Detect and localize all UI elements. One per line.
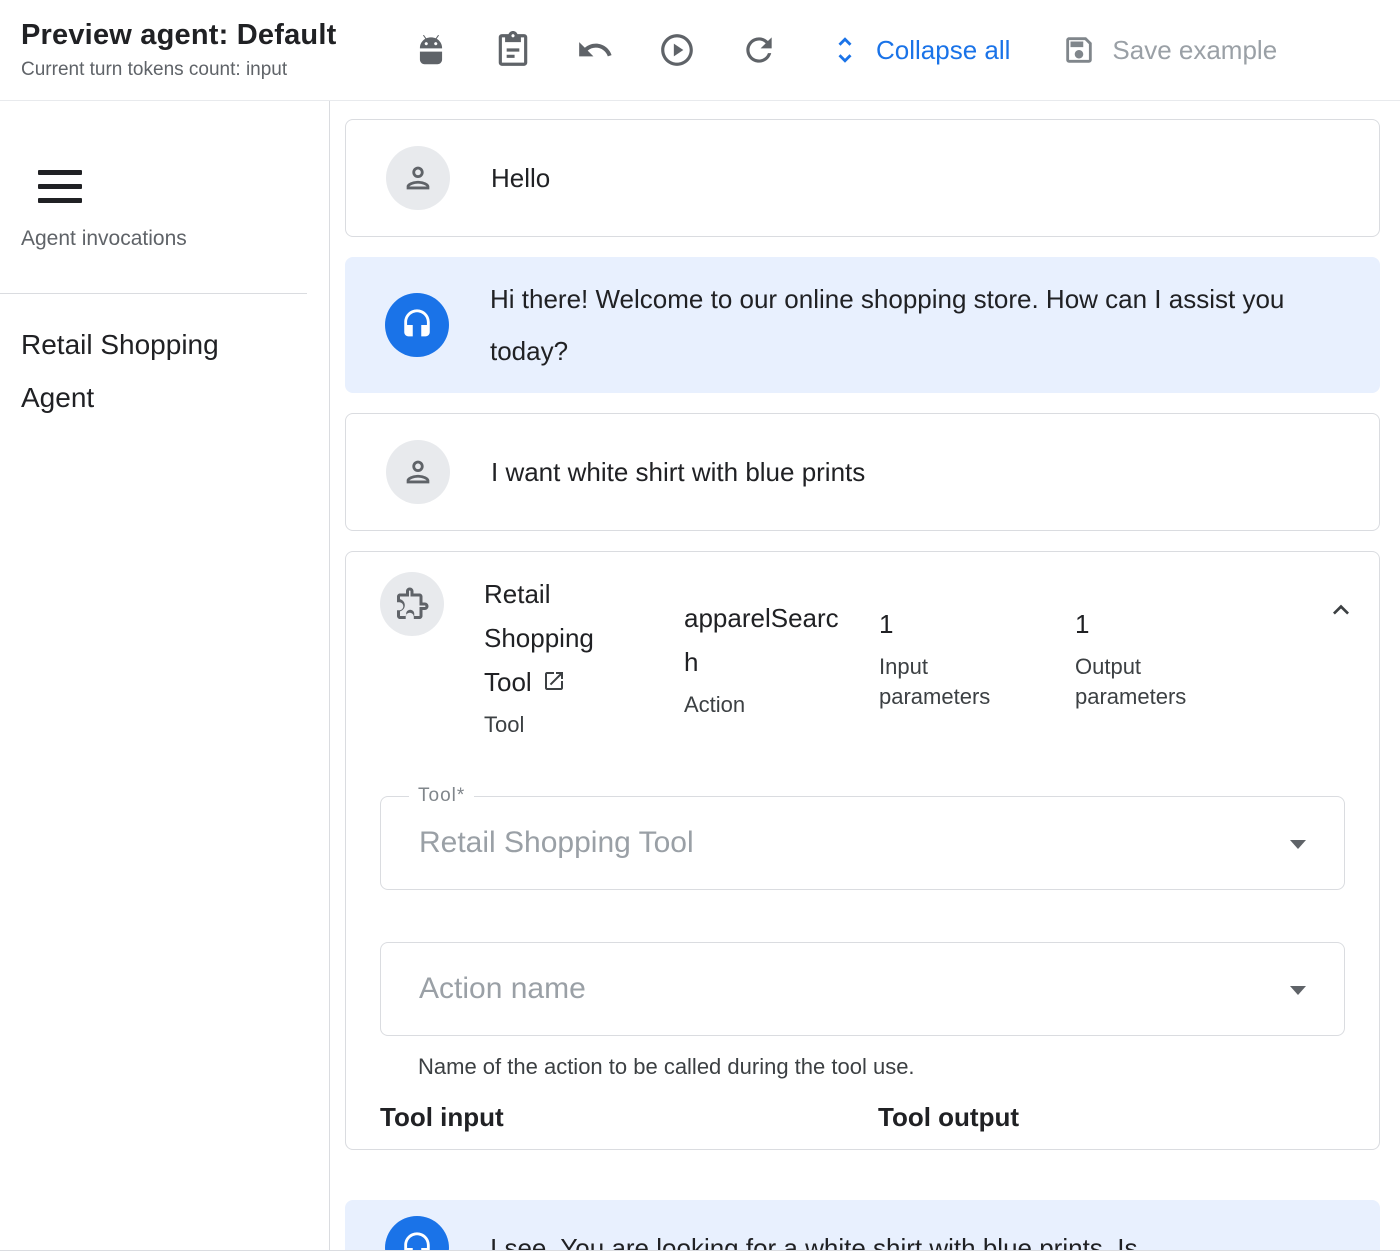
- tool-type-label: Tool: [484, 710, 644, 740]
- action-field-placeholder: Action name: [419, 972, 586, 1006]
- action-column: apparelSearch Action: [684, 596, 839, 720]
- save-example-label: Save example: [1112, 35, 1277, 66]
- tool-invocation-card: Retail Shopping Tool Tool apparelSearch …: [345, 551, 1380, 1150]
- user-avatar: [386, 440, 450, 504]
- play-circle-icon: [658, 31, 696, 69]
- copy-conversation-button[interactable]: [494, 31, 532, 69]
- bottom-divider: [0, 1250, 1400, 1257]
- dropdown-arrow-icon: [1290, 840, 1306, 849]
- sidebar-divider: [0, 293, 307, 294]
- input-params-label: Input parameters: [879, 652, 1035, 712]
- tool-select-field[interactable]: Tool* Retail Shopping Tool: [380, 796, 1345, 890]
- tool-card-header: Retail Shopping Tool Tool apparelSearch …: [380, 572, 1345, 740]
- user-avatar: [386, 146, 450, 210]
- clipboard-icon: [494, 31, 532, 69]
- action-name: apparelSearch: [684, 596, 839, 684]
- action-select-field[interactable]: Action name: [380, 942, 1345, 1036]
- header-toolbar: Collapse all Save example: [412, 31, 1277, 69]
- output-count: 1: [1075, 602, 1245, 646]
- action-helper-text: Name of the action to be called during t…: [418, 1054, 1345, 1080]
- input-count: 1: [879, 602, 1035, 646]
- io-headers: Tool input Tool output: [380, 1102, 1345, 1133]
- tool-field-value: Retail Shopping Tool: [419, 826, 694, 860]
- android-icon: [412, 31, 450, 69]
- refresh-icon: [740, 31, 778, 69]
- user-message: I want white shirt with blue prints: [345, 413, 1380, 531]
- user-message: Hello: [345, 119, 1380, 237]
- collapse-card-button[interactable]: [1325, 594, 1357, 626]
- input-params-column: 1 Input parameters: [879, 602, 1035, 712]
- message-text: Hi there! Welcome to our online shopping…: [490, 273, 1340, 377]
- output-params-column: 1 Output parameters: [1075, 602, 1245, 712]
- undo-button[interactable]: [576, 31, 614, 69]
- agent-bot-button[interactable]: [412, 31, 450, 69]
- main-area: Agent invocations Retail Shopping Agent …: [0, 101, 1400, 1257]
- message-text: Hello: [491, 152, 550, 204]
- menu-button[interactable]: [38, 170, 82, 203]
- agent-avatar: [385, 293, 449, 357]
- header-titles: Preview agent: Default Current turn toke…: [0, 19, 412, 81]
- play-button[interactable]: [658, 31, 696, 69]
- page-title: Preview agent: Default: [21, 19, 412, 52]
- output-params-label: Output parameters: [1075, 652, 1245, 712]
- sidebar-item-retail-shopping-agent[interactable]: Retail Shopping Agent: [21, 318, 285, 424]
- save-example-button[interactable]: Save example: [1062, 33, 1277, 67]
- message-text: I want white shirt with blue prints: [491, 446, 865, 498]
- tool-input-header: Tool input: [380, 1102, 878, 1133]
- restart-button[interactable]: [740, 31, 778, 69]
- open-in-new-icon[interactable]: [542, 669, 566, 693]
- header: Preview agent: Default Current turn toke…: [0, 0, 1400, 101]
- person-icon: [401, 455, 435, 489]
- headset-icon: [400, 308, 434, 342]
- save-icon: [1062, 33, 1096, 67]
- sidebar: Agent invocations Retail Shopping Agent: [0, 101, 330, 1257]
- agent-message: Hi there! Welcome to our online shopping…: [345, 257, 1380, 393]
- tool-avatar: [380, 572, 444, 636]
- dropdown-arrow-icon: [1290, 986, 1306, 995]
- conversation-panel: Hello Hi there! Welcome to our online sh…: [330, 101, 1400, 1257]
- tool-name-column: Retail Shopping Tool Tool: [484, 572, 644, 740]
- tool-field-label: Tool*: [409, 785, 474, 807]
- action-type-label: Action: [684, 690, 839, 720]
- agent-invocations-label: Agent invocations: [21, 227, 329, 251]
- collapse-all-label: Collapse all: [876, 35, 1010, 66]
- hamburger-icon: [38, 170, 82, 175]
- unfold-icon: [828, 33, 862, 67]
- tool-name: Retail Shopping Tool: [484, 572, 644, 704]
- chevron-up-icon: [1325, 594, 1357, 626]
- undo-icon: [576, 31, 614, 69]
- collapse-all-button[interactable]: Collapse all: [828, 33, 1010, 67]
- person-icon: [401, 161, 435, 195]
- token-count-subtitle: Current turn tokens count: input: [21, 59, 412, 81]
- agent-message: I see. You are looking for a white shirt…: [345, 1200, 1380, 1257]
- tool-output-header: Tool output: [878, 1102, 1019, 1133]
- extension-puzzle-icon: [394, 586, 430, 622]
